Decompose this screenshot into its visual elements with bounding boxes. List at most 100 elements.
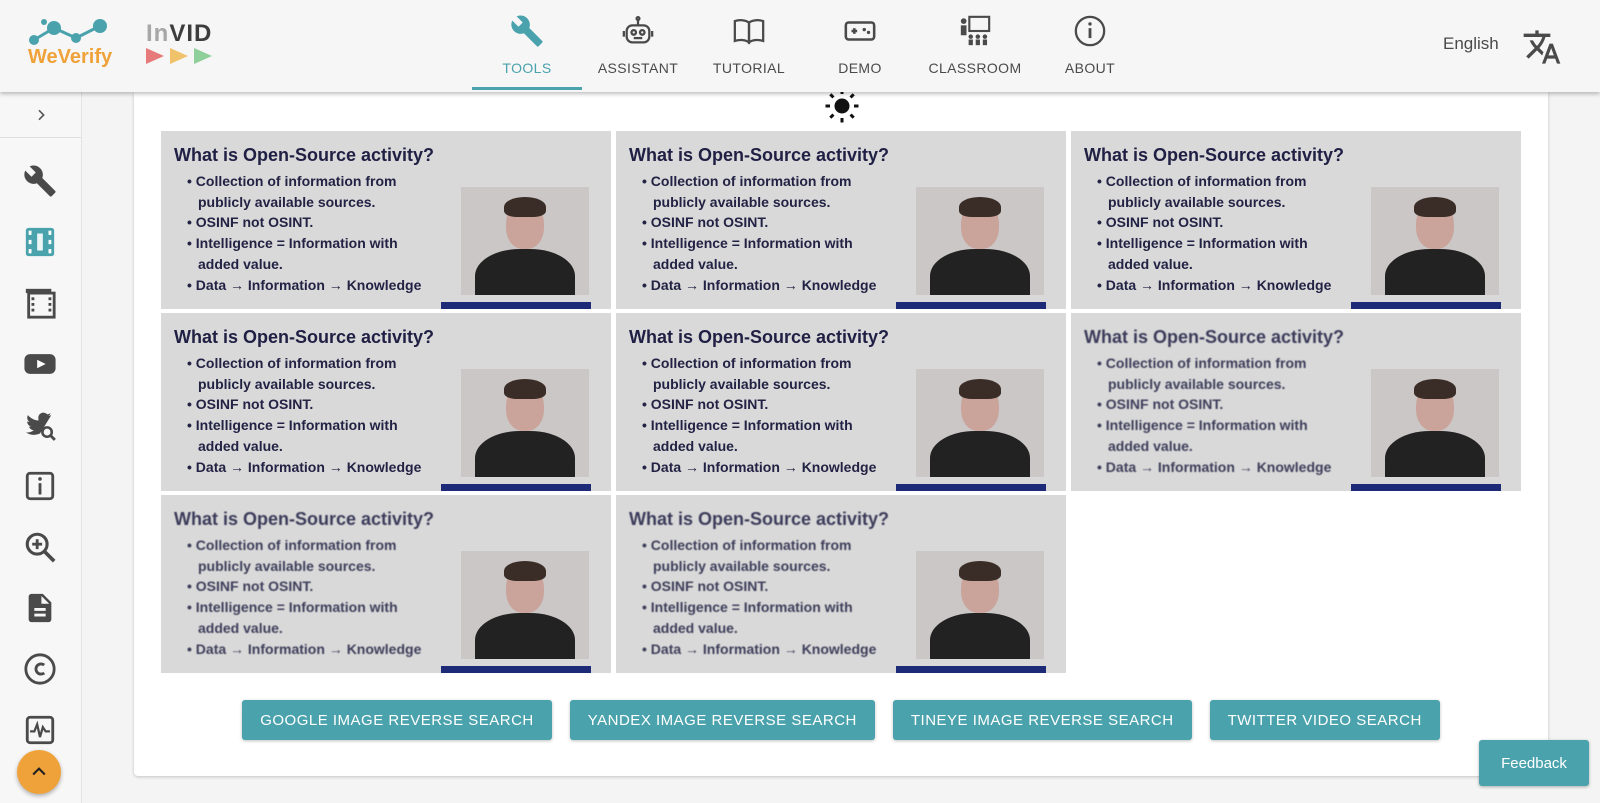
invid-arrows-icon xyxy=(146,48,212,64)
slide-bullet: Collection of information from xyxy=(187,353,421,374)
slide-title: What is Open-Source activity? xyxy=(174,145,435,165)
slide-bullet: added value. xyxy=(1108,437,1193,454)
sun-icon xyxy=(825,89,859,123)
language-label[interactable]: English xyxy=(1443,34,1499,54)
slide-bullet: Collection of information from xyxy=(1097,171,1331,192)
nav-tab-demo[interactable]: DEMO xyxy=(804,0,916,92)
slide-bullet: Intelligence = Information with xyxy=(187,415,421,436)
slide-bullet: Data → Information → Knowledge xyxy=(187,275,422,296)
speaker-name-banner xyxy=(896,666,1046,673)
slide-bullet: publicly available sources. xyxy=(198,375,376,392)
speaker-name-banner xyxy=(1351,302,1501,309)
slide-title: What is Open-Source activity? xyxy=(1084,145,1345,165)
copyright-icon[interactable] xyxy=(23,652,57,686)
google-reverse-search-button[interactable]: GOOGLE IMAGE REVERSE SEARCH xyxy=(242,700,552,740)
slide-bullet: OSINF not OSINT. xyxy=(187,576,421,597)
tineye-reverse-search-button[interactable]: TINEYE IMAGE REVERSE SEARCH xyxy=(892,700,1192,740)
slide-title: What is Open-Source activity? xyxy=(629,509,890,529)
slide-bullet: publicly available sources. xyxy=(198,193,376,210)
twitter-search-icon[interactable] xyxy=(23,408,57,442)
slide-bullet: OSINF not OSINT. xyxy=(187,394,421,415)
slide-bullet: added value. xyxy=(198,619,283,636)
slide-bullet: Data → Information → Knowledge xyxy=(1097,275,1332,296)
slide-bullet: OSINF not OSINT. xyxy=(642,212,876,233)
slide-bullet: added value. xyxy=(198,255,283,272)
slide-bullet: Intelligence = Information with xyxy=(642,233,876,254)
speaker-name-banner xyxy=(441,302,591,309)
document-icon[interactable] xyxy=(23,591,57,625)
keyframe-thumbnail[interactable]: What is Open-Source activity? Collection … xyxy=(1071,131,1521,309)
scroll-to-top-button[interactable] xyxy=(17,750,61,794)
slide-bullet: Collection of information from xyxy=(642,353,876,374)
keyframe-thumbnail[interactable]: What is Open-Source activity? Collection … xyxy=(616,313,1066,491)
top-app-bar: WeVerify InVID TOOLS ASSISTANT TUTORIAL … xyxy=(0,0,1600,92)
speaker-video xyxy=(461,187,589,295)
nav-tab-about[interactable]: ABOUT xyxy=(1034,0,1146,92)
slide-bullet: Intelligence = Information with xyxy=(187,233,421,254)
speaker-video xyxy=(916,369,1044,477)
waveform-icon[interactable] xyxy=(23,713,57,747)
sidebar-expand-button[interactable] xyxy=(0,92,82,138)
film-icon[interactable] xyxy=(23,286,57,320)
info-box-icon[interactable] xyxy=(23,469,57,503)
slide-bullets: Collection of information frompublicly a… xyxy=(187,535,422,659)
keyframe-thumbnail[interactable]: What is Open-Source activity? Collection … xyxy=(616,131,1066,309)
keyframe-thumbnail[interactable]: What is Open-Source activity? Collection … xyxy=(161,131,611,309)
gamepad-icon xyxy=(844,21,876,41)
slide-bullets: Collection of information frompublicly a… xyxy=(187,353,422,477)
slide-bullet: Collection of information from xyxy=(1097,353,1331,374)
slide-title: What is Open-Source activity? xyxy=(1084,327,1345,347)
nav-tab-assistant[interactable]: ASSISTANT xyxy=(582,0,694,92)
yandex-reverse-search-button[interactable]: YANDEX IMAGE REVERSE SEARCH xyxy=(569,700,875,740)
invid-wordmark: InVID xyxy=(146,20,213,47)
weverify-logo[interactable]: WeVerify xyxy=(24,16,120,72)
slide-title: What is Open-Source activity? xyxy=(629,145,890,165)
slide-bullet: OSINF not OSINT. xyxy=(642,576,876,597)
slide-bullet: OSINF not OSINT. xyxy=(1097,212,1331,233)
slide-bullet: added value. xyxy=(653,437,738,454)
nav-tab-tools[interactable]: TOOLS xyxy=(472,0,582,92)
keyframe-thumbnail[interactable]: What is Open-Source activity? Collection … xyxy=(1071,313,1521,491)
slide-bullet: added value. xyxy=(1108,255,1193,272)
slide-title: What is Open-Source activity? xyxy=(174,509,435,529)
youtube-icon[interactable] xyxy=(23,347,57,381)
keyframe-thumbnail[interactable]: What is Open-Source activity? Collection … xyxy=(161,313,611,491)
slide-bullet: Data → Information → Knowledge xyxy=(642,639,877,660)
weverify-network-icon xyxy=(29,19,107,45)
slide-bullet: publicly available sources. xyxy=(198,557,376,574)
speaker-video xyxy=(916,187,1044,295)
speaker-video xyxy=(461,551,589,659)
slide-bullet: publicly available sources. xyxy=(653,375,831,392)
speaker-name-banner xyxy=(896,302,1046,309)
speaker-video xyxy=(461,369,589,477)
slide-bullets: Collection of information frompublicly a… xyxy=(642,353,877,477)
nav-tab-tutorial[interactable]: TUTORIAL xyxy=(694,0,804,92)
nav-tab-classroom[interactable]: CLASSROOM xyxy=(916,0,1034,92)
slide-bullet: Intelligence = Information with xyxy=(642,415,876,436)
main-nav: TOOLS ASSISTANT TUTORIAL DEMO CLASSROOM … xyxy=(472,0,1146,92)
invid-logo[interactable]: InVID xyxy=(146,20,226,70)
keyframe-thumbnail[interactable]: What is Open-Source activity? Collection … xyxy=(616,495,1066,673)
magnifier-icon[interactable] xyxy=(23,530,57,564)
speaker-video xyxy=(1371,187,1499,295)
slide-bullet: Data → Information → Knowledge xyxy=(1097,457,1332,478)
info-icon xyxy=(1074,15,1106,47)
speaker-video xyxy=(1371,369,1499,477)
slide-bullet: publicly available sources. xyxy=(1108,375,1286,392)
slide-bullet: Data → Information → Knowledge xyxy=(642,275,877,296)
video-analysis-icon[interactable] xyxy=(23,225,57,259)
slide-bullets: Collection of information frompublicly a… xyxy=(1097,171,1332,296)
book-icon xyxy=(733,19,765,45)
translate-icon[interactable] xyxy=(1522,27,1562,67)
speaker-name-banner xyxy=(896,484,1046,491)
slide-bullet: publicly available sources. xyxy=(653,193,831,210)
slide-bullet: OSINF not OSINT. xyxy=(187,212,421,233)
speaker-name-banner xyxy=(1351,484,1501,491)
wrench-icon[interactable] xyxy=(23,164,57,198)
twitter-video-search-button[interactable]: TWITTER VIDEO SEARCH xyxy=(1209,700,1440,740)
slide-bullet: added value. xyxy=(198,437,283,454)
feedback-button[interactable]: Feedback xyxy=(1479,740,1589,786)
robot-icon xyxy=(622,15,654,44)
keyframe-thumbnail[interactable]: What is Open-Source activity? Collection … xyxy=(161,495,611,673)
keyframes-result-card: What is Open-Source activity? Collection … xyxy=(134,89,1548,776)
